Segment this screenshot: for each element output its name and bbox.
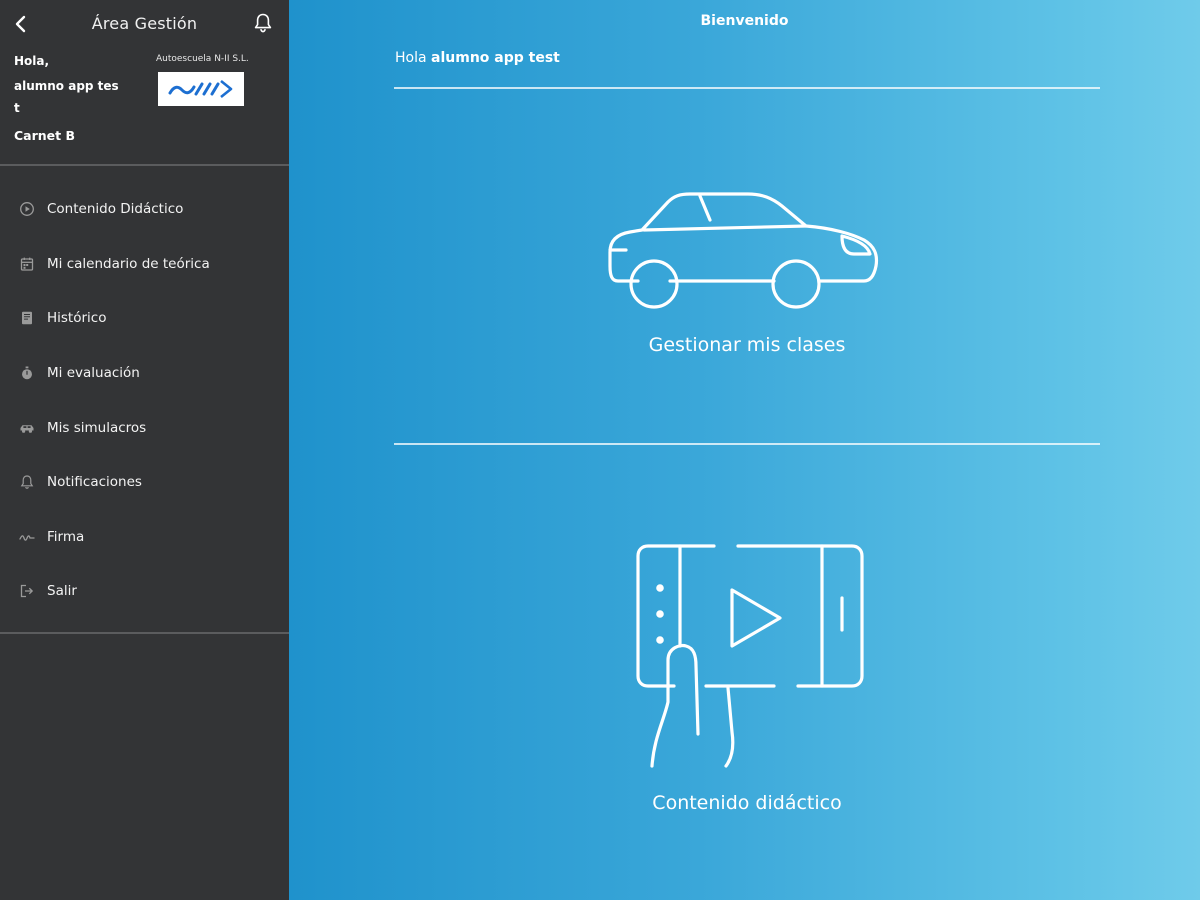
- car-icon: [18, 419, 36, 437]
- sidebar-item-label: Firma: [47, 528, 85, 545]
- sidebar-item-historico[interactable]: Histórico: [0, 291, 289, 346]
- page-title: Bienvenido: [700, 13, 789, 29]
- sidebar-item-label: Salir: [47, 583, 77, 600]
- greeting-prefix: Hola: [395, 50, 427, 66]
- sidebar-title: Área Gestión: [91, 14, 198, 33]
- license-type: Carnet B: [14, 128, 76, 143]
- sidebar-item-contenido-didactico[interactable]: Contenido Didáctico: [0, 182, 289, 237]
- car-outline-icon: [608, 192, 879, 309]
- school-logo: [158, 72, 244, 106]
- divider-top: [394, 87, 1100, 89]
- school-logo-mark-icon: [168, 79, 233, 99]
- notifications-button[interactable]: [253, 12, 273, 36]
- manage-classes-card[interactable]: Gestionar mis clases: [394, 180, 1100, 380]
- sidebar-item-simulacros[interactable]: Mis simulacros: [0, 400, 289, 455]
- sidebar-item-label: Mi evaluación: [47, 365, 140, 382]
- sidebar-item-label: Contenido Didáctico: [47, 201, 184, 218]
- sidebar-item-label: Mi calendario de teórica: [47, 255, 210, 272]
- book-icon: [18, 309, 36, 327]
- sidebar-item-calendario[interactable]: Mi calendario de teórica: [0, 237, 289, 292]
- bell-icon: [18, 473, 36, 491]
- user-greeting: Hola,: [14, 54, 50, 68]
- sidebar-item-label: Histórico: [47, 310, 107, 327]
- divider-middle: [394, 443, 1100, 445]
- tablet-video-icon: [636, 544, 864, 768]
- stopwatch-icon: [18, 364, 36, 382]
- sidebar-item-salir[interactable]: Salir: [0, 564, 289, 619]
- school-name: Autoescuela N-II S.L.: [156, 54, 249, 64]
- signature-icon: [18, 528, 36, 546]
- sidebar-item-firma[interactable]: Firma: [0, 510, 289, 565]
- didactic-content-card[interactable]: Contenido didáctico: [394, 530, 1100, 830]
- sidebar-item-notificaciones[interactable]: Notificaciones: [0, 455, 289, 510]
- greeting-user-name: alumno app test: [431, 50, 560, 66]
- play-circle-icon: [18, 200, 36, 218]
- sidebar-menu: Contenido Didáctico Mi calendario de teó…: [0, 166, 289, 632]
- bell-icon: [254, 13, 272, 33]
- logout-icon: [18, 582, 36, 600]
- calendar-icon: [18, 255, 36, 273]
- sidebar-divider-bottom: [0, 632, 289, 634]
- sidebar-item-label: Mis simulacros: [47, 419, 147, 436]
- greeting-line: Hola alumno app test: [395, 50, 560, 66]
- user-info: Hola, alumno app test Carnet B Autoescue…: [0, 48, 289, 164]
- sidebar-item-label: Notificaciones: [47, 474, 142, 491]
- sidebar: Área Gestión Hola, alumno app test Carne…: [0, 0, 289, 900]
- sidebar-header: Área Gestión: [0, 0, 289, 48]
- card-label: Gestionar mis clases: [648, 334, 846, 356]
- user-name: alumno app test: [14, 79, 119, 115]
- main-content: Bienvenido Hola alumno app test Gestiona…: [289, 0, 1200, 900]
- card-label: Contenido didáctico: [652, 792, 842, 814]
- sidebar-item-evaluacion[interactable]: Mi evaluación: [0, 346, 289, 401]
